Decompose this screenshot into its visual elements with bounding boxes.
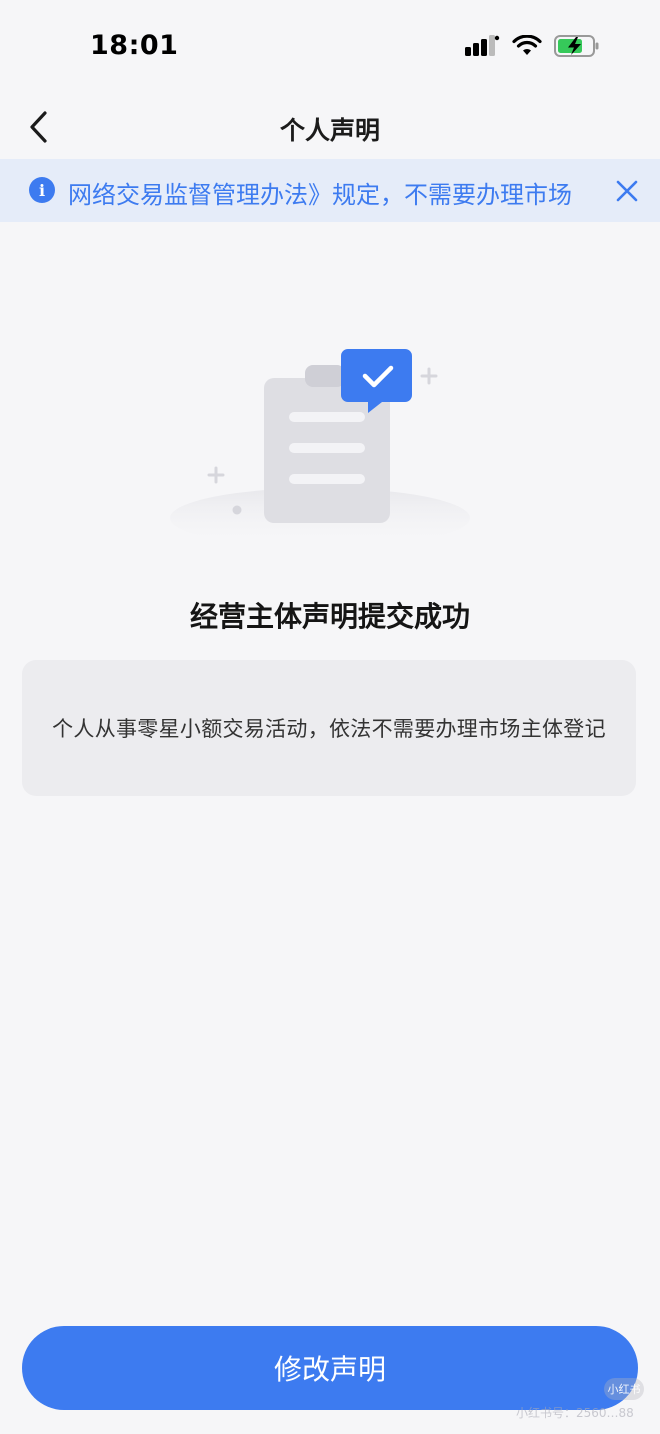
page: 18:01 个人声明 i 网络交易监督管理办法》规定，不需要办理市场 经营主体声… [0, 0, 660, 1434]
status-time: 18:01 [90, 30, 179, 61]
watermark-badge: 小红书 [604, 1378, 644, 1400]
status-icons [464, 34, 600, 58]
battery-charging-icon [554, 35, 599, 57]
info-description: 个人从事零星小额交易活动，依法不需要办理市场主体登记 [52, 717, 606, 741]
status-bar: 18:01 [0, 0, 660, 95]
notice-text: 网络交易监督管理办法》规定，不需要办理市场 [68, 181, 572, 209]
success-title: 经营主体声明提交成功 [189, 600, 470, 633]
page-title: 个人声明 [279, 116, 380, 145]
wifi-icon [512, 35, 542, 55]
nav-bar: 个人声明 [0, 95, 660, 159]
notice-bar: i 网络交易监督管理办法》规定，不需要办理市场 [0, 159, 660, 222]
close-icon[interactable] [612, 176, 642, 206]
clipboard-check-icon [170, 349, 470, 540]
cellular-signal-icon [465, 35, 500, 56]
info-icon: i [29, 177, 55, 203]
watermark-text: 小红书号：2560…88 [516, 1406, 634, 1420]
info-card: 个人从事零星小额交易活动，依法不需要办理市场主体登记 [22, 660, 636, 796]
modify-declaration-button[interactable]: 修改声明 [22, 1326, 638, 1410]
